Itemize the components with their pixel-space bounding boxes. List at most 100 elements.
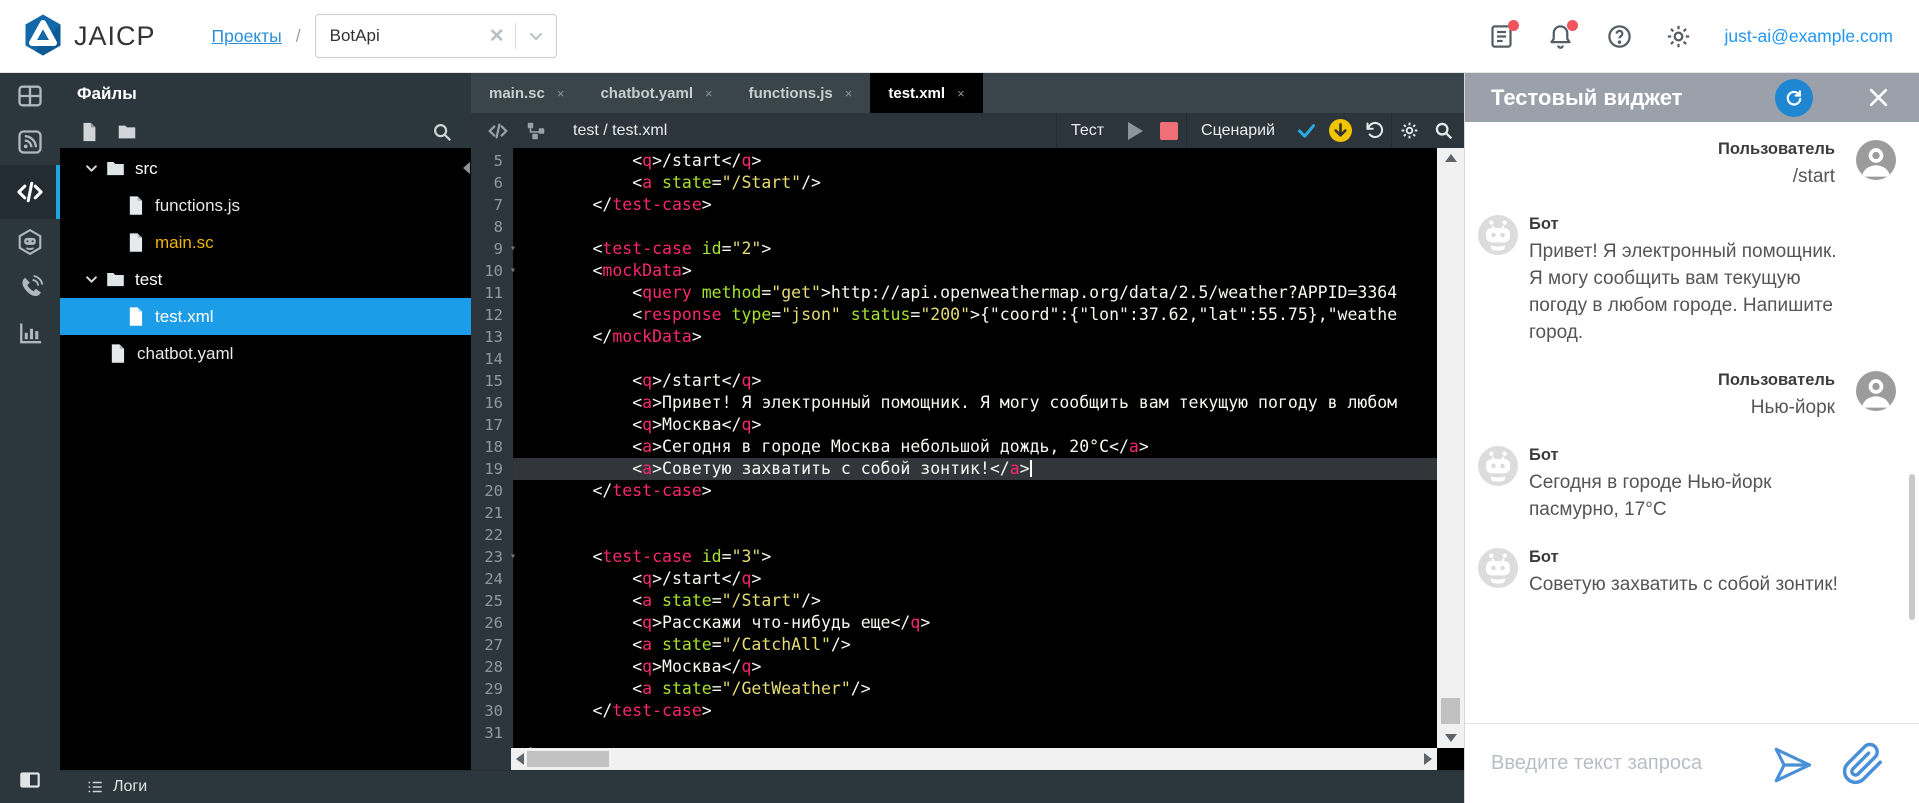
line-number[interactable]: 31 (471, 722, 513, 744)
tree-folder-test[interactable]: test (60, 261, 471, 298)
line-number[interactable]: 30 (471, 700, 513, 722)
line-number[interactable]: 12 (471, 304, 513, 326)
code-line-11[interactable]: <query method="get">http://api.openweath… (513, 282, 1437, 304)
tab-close-icon[interactable]: × (957, 86, 965, 101)
line-number[interactable]: 9▾ (471, 238, 513, 260)
tab-close-icon[interactable]: × (557, 86, 565, 101)
vertical-scroll-thumb[interactable] (1441, 698, 1460, 724)
code-line-16[interactable]: <a>Привет! Я электронный помощник. Я мог… (513, 392, 1437, 414)
code-line-6[interactable]: <a state="/Start"/> (513, 172, 1437, 194)
clear-project-icon[interactable]: ✕ (479, 25, 515, 48)
line-number[interactable]: 17 (471, 414, 513, 436)
line-number[interactable]: 20 (471, 480, 513, 502)
help-icon[interactable] (1606, 23, 1633, 50)
settings-icon[interactable] (1665, 23, 1692, 50)
tab-functions.js[interactable]: functions.js× (731, 73, 871, 113)
tasks-icon[interactable] (1488, 23, 1515, 50)
jaicp-logo[interactable]: JAICP (22, 13, 156, 59)
code-line-15[interactable]: <q>/start</q> (513, 370, 1437, 392)
refresh-button[interactable] (1775, 79, 1813, 117)
code-line-30[interactable]: </test-case> (513, 700, 1437, 722)
line-number[interactable]: 8 (471, 216, 513, 238)
chat-scrollbar-thumb[interactable] (1909, 474, 1915, 620)
line-number[interactable]: 13 (471, 326, 513, 348)
code-line-20[interactable]: </test-case> (513, 480, 1437, 502)
horizontal-scroll-track[interactable] (511, 748, 1437, 770)
code-line-14[interactable] (513, 348, 1437, 370)
collapse-tree-arrow-icon[interactable] (463, 162, 470, 174)
logs-bar[interactable]: Логи (60, 770, 471, 803)
tab-close-icon[interactable]: × (705, 86, 713, 101)
chat-log[interactable]: Пользователь/startБотПривет! Я электронн… (1465, 122, 1919, 723)
code-line-18[interactable]: <a>Сегодня в городе Москва небольшой дож… (513, 436, 1437, 458)
code-line-10[interactable]: <mockData> (513, 260, 1437, 282)
caret-down-icon[interactable] (84, 272, 99, 287)
user-email[interactable]: just-ai@example.com (1724, 26, 1893, 47)
bell-icon[interactable] (1547, 23, 1574, 50)
code-line-8[interactable] (513, 216, 1437, 238)
line-number[interactable]: 15 (471, 370, 513, 392)
project-select[interactable]: BotApi ✕ (315, 14, 557, 58)
projects-link[interactable]: Проекты (212, 26, 282, 47)
graph-view-icon[interactable] (525, 120, 547, 142)
line-number[interactable]: 19 (471, 458, 513, 480)
code-line-17[interactable]: <q>Москва</q> (513, 414, 1437, 436)
caret-down-icon[interactable] (84, 161, 99, 176)
new-file-icon[interactable] (78, 121, 100, 143)
line-number[interactable]: 21 (471, 502, 513, 524)
undo-button[interactable] (1357, 113, 1391, 148)
line-number[interactable]: 24 (471, 568, 513, 590)
code-line-12[interactable]: <response type="json" status="200">{"coo… (513, 304, 1437, 326)
line-number[interactable]: 16 (471, 392, 513, 414)
tab-chatbot.yaml[interactable]: chatbot.yaml× (582, 73, 730, 113)
tree-file-main.sc[interactable]: main.sc (60, 224, 471, 261)
editor-settings-button[interactable] (1392, 113, 1426, 148)
code-line-22[interactable] (513, 524, 1437, 546)
sidebar-item-analytics[interactable] (0, 311, 60, 357)
sidebar-item-calls[interactable] (0, 265, 60, 311)
code-line-24[interactable]: <q>/start</q> (513, 568, 1437, 590)
tree-file-chatbot.yaml[interactable]: chatbot.yaml (60, 335, 471, 372)
line-number[interactable]: 23▾ (471, 546, 513, 568)
code-line-19[interactable]: <a>Советую захватить с собой зонтик!</a> (513, 458, 1437, 480)
chevron-down-icon[interactable] (516, 28, 556, 44)
line-number[interactable]: 25 (471, 590, 513, 612)
line-number[interactable]: 27 (471, 634, 513, 656)
code-line-25[interactable]: <a state="/Start"/> (513, 590, 1437, 612)
code-editor[interactable]: 56789▾10▾11121314151617181920212223▾2425… (471, 148, 1464, 748)
code-line-31[interactable] (513, 722, 1437, 744)
code-line-13[interactable]: </mockData> (513, 326, 1437, 348)
tab-test.xml[interactable]: test.xml× (870, 73, 982, 113)
editor-search-button[interactable] (1426, 113, 1460, 148)
line-number[interactable]: 14 (471, 348, 513, 370)
vertical-scrollbar[interactable] (1437, 148, 1464, 748)
scroll-down-arrow-icon[interactable] (1437, 728, 1464, 748)
code-line-27[interactable]: <a state="/CatchAll"/> (513, 634, 1437, 656)
sidebar-item-channels[interactable] (0, 119, 60, 165)
chat-input[interactable] (1491, 752, 1771, 775)
line-number[interactable]: 7 (471, 194, 513, 216)
tree-file-test.xml[interactable]: test.xml (60, 298, 471, 335)
code-line-5[interactable]: <q>/start</q> (513, 150, 1437, 172)
code-line-21[interactable] (513, 502, 1437, 524)
sidebar-item-dashboard[interactable] (0, 73, 60, 119)
tree-file-functions.js[interactable]: functions.js (60, 187, 471, 224)
code-line-26[interactable]: <q>Расскажи что-нибудь еще</q> (513, 612, 1437, 634)
collapse-panel-icon[interactable] (17, 767, 43, 793)
validate-button[interactable] (1289, 113, 1323, 148)
scroll-right-arrow-icon[interactable] (1419, 748, 1437, 770)
deploy-button[interactable] (1323, 113, 1357, 148)
attach-paperclip-icon[interactable] (1841, 742, 1885, 786)
line-number[interactable]: 32 (471, 744, 513, 748)
search-files-icon[interactable] (431, 121, 453, 143)
run-test-button[interactable] (1118, 113, 1152, 148)
code-line-28[interactable]: <q>Москва</q> (513, 656, 1437, 678)
line-number[interactable]: 28 (471, 656, 513, 678)
tree-folder-src[interactable]: src (60, 150, 471, 187)
code-line-23[interactable]: <test-case id="3"> (513, 546, 1437, 568)
line-number[interactable]: 29 (471, 678, 513, 700)
horizontal-scroll-thumb[interactable] (527, 751, 609, 767)
scroll-up-arrow-icon[interactable] (1437, 148, 1464, 168)
line-number[interactable]: 10▾ (471, 260, 513, 282)
sidebar-item-bot[interactable] (0, 219, 60, 265)
